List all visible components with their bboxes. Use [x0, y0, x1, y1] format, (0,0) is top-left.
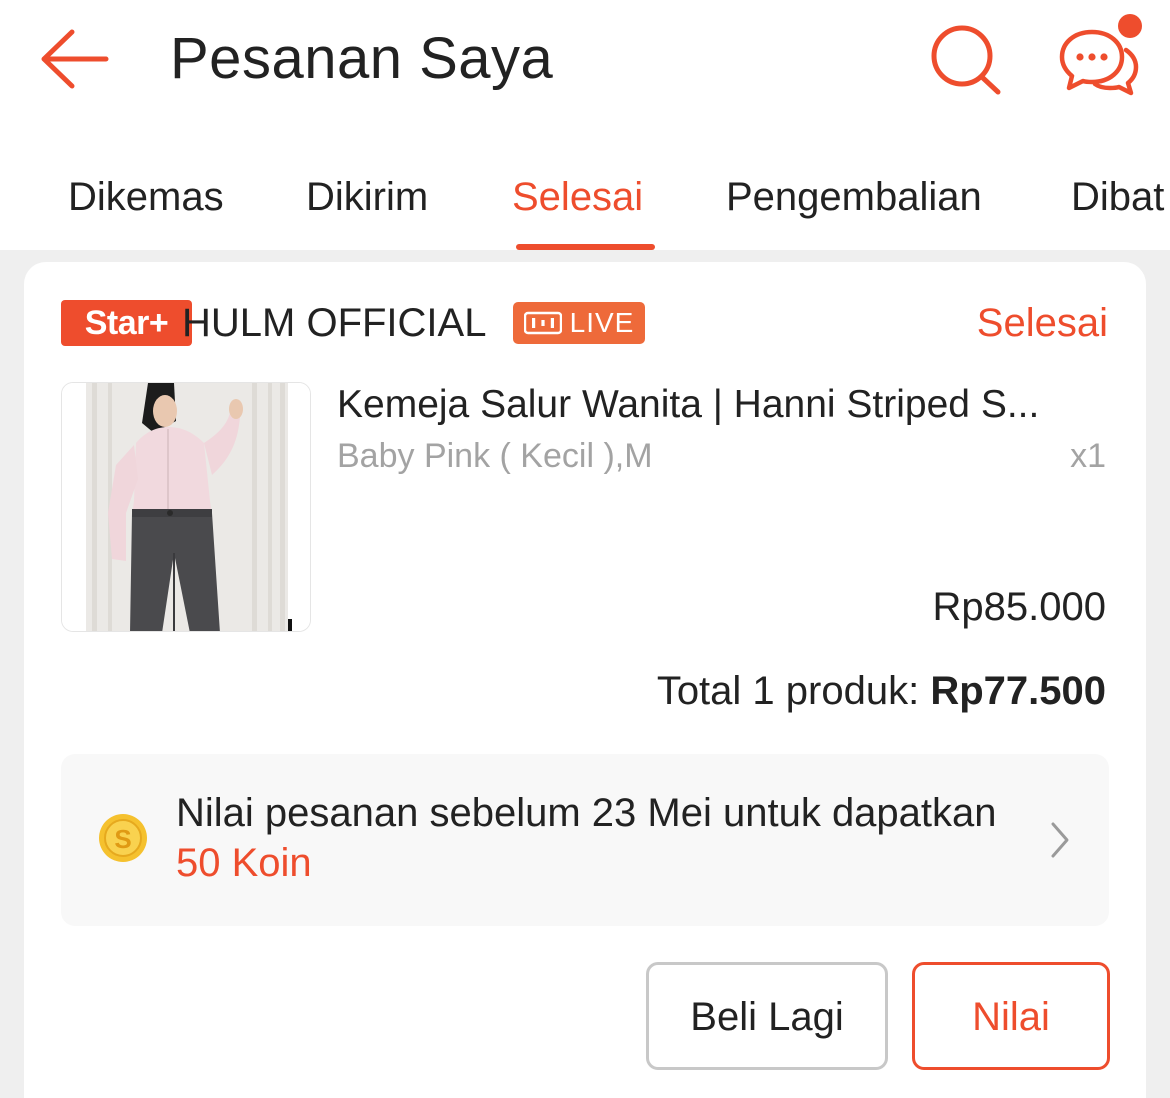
active-tab-indicator [516, 244, 655, 250]
live-label: LIVE [569, 307, 635, 338]
live-badge[interactable]: LIVE [513, 302, 645, 344]
order-total-row: Total 1 produk: Rp77.500 [657, 666, 1106, 716]
search-icon[interactable] [928, 24, 1004, 98]
page-title: Pesanan Saya [170, 26, 554, 91]
coin-banner-text: Nilai pesanan sebelum 23 Mei untuk dapat… [176, 788, 1006, 888]
star-plus-badge: Star+ [61, 300, 192, 346]
product-price: Rp85.000 [932, 585, 1106, 629]
rate-button[interactable]: Nilai [912, 962, 1110, 1070]
live-bars-icon [523, 311, 562, 335]
total-label: Total 1 produk: [656, 669, 920, 713]
order-status-tabs: Dikemas Dikirim Selesai Pengembalian Dib… [0, 160, 1170, 250]
order-card[interactable]: Star+ HULM OFFICIAL LIVE Selesai Kemeja … [24, 262, 1146, 1098]
tab-dikemas[interactable]: Dikemas [68, 172, 224, 222]
coin-banner-message: Nilai pesanan sebelum 23 Mei untuk dapat… [176, 791, 997, 835]
tab-selesai[interactable]: Selesai [512, 172, 643, 222]
notification-dot [1118, 14, 1142, 38]
coin-amount: 50 Koin [176, 841, 312, 885]
order-status: Selesai [976, 301, 1108, 345]
rating-coin-banner[interactable]: S Nilai pesanan sebelum 23 Mei untuk dap… [61, 754, 1109, 926]
product-image[interactable] [61, 382, 311, 632]
product-photo [62, 383, 310, 631]
product-name[interactable]: Kemeja Salur Wanita | Hanni Striped S... [337, 380, 1107, 430]
tab-dibatalkan[interactable]: Dibat [1071, 172, 1164, 222]
buy-again-button[interactable]: Beli Lagi [646, 962, 888, 1070]
svg-text:S: S [114, 824, 131, 854]
product-quantity: x1 [1070, 437, 1106, 475]
tab-pengembalian[interactable]: Pengembalian [726, 172, 982, 222]
arrow-left-icon[interactable] [36, 26, 112, 92]
shop-name[interactable]: HULM OFFICIAL [182, 298, 486, 348]
app-header: Pesanan Saya Dikemas Dikirim Selesai Pen… [0, 0, 1170, 250]
tab-dikirim[interactable]: Dikirim [306, 172, 428, 222]
coin-icon: S [99, 814, 147, 862]
product-variant: Baby Pink ( Kecil ),M [337, 437, 653, 475]
total-amount: Rp77.500 [930, 669, 1106, 713]
chevron-right-icon [1051, 822, 1069, 858]
